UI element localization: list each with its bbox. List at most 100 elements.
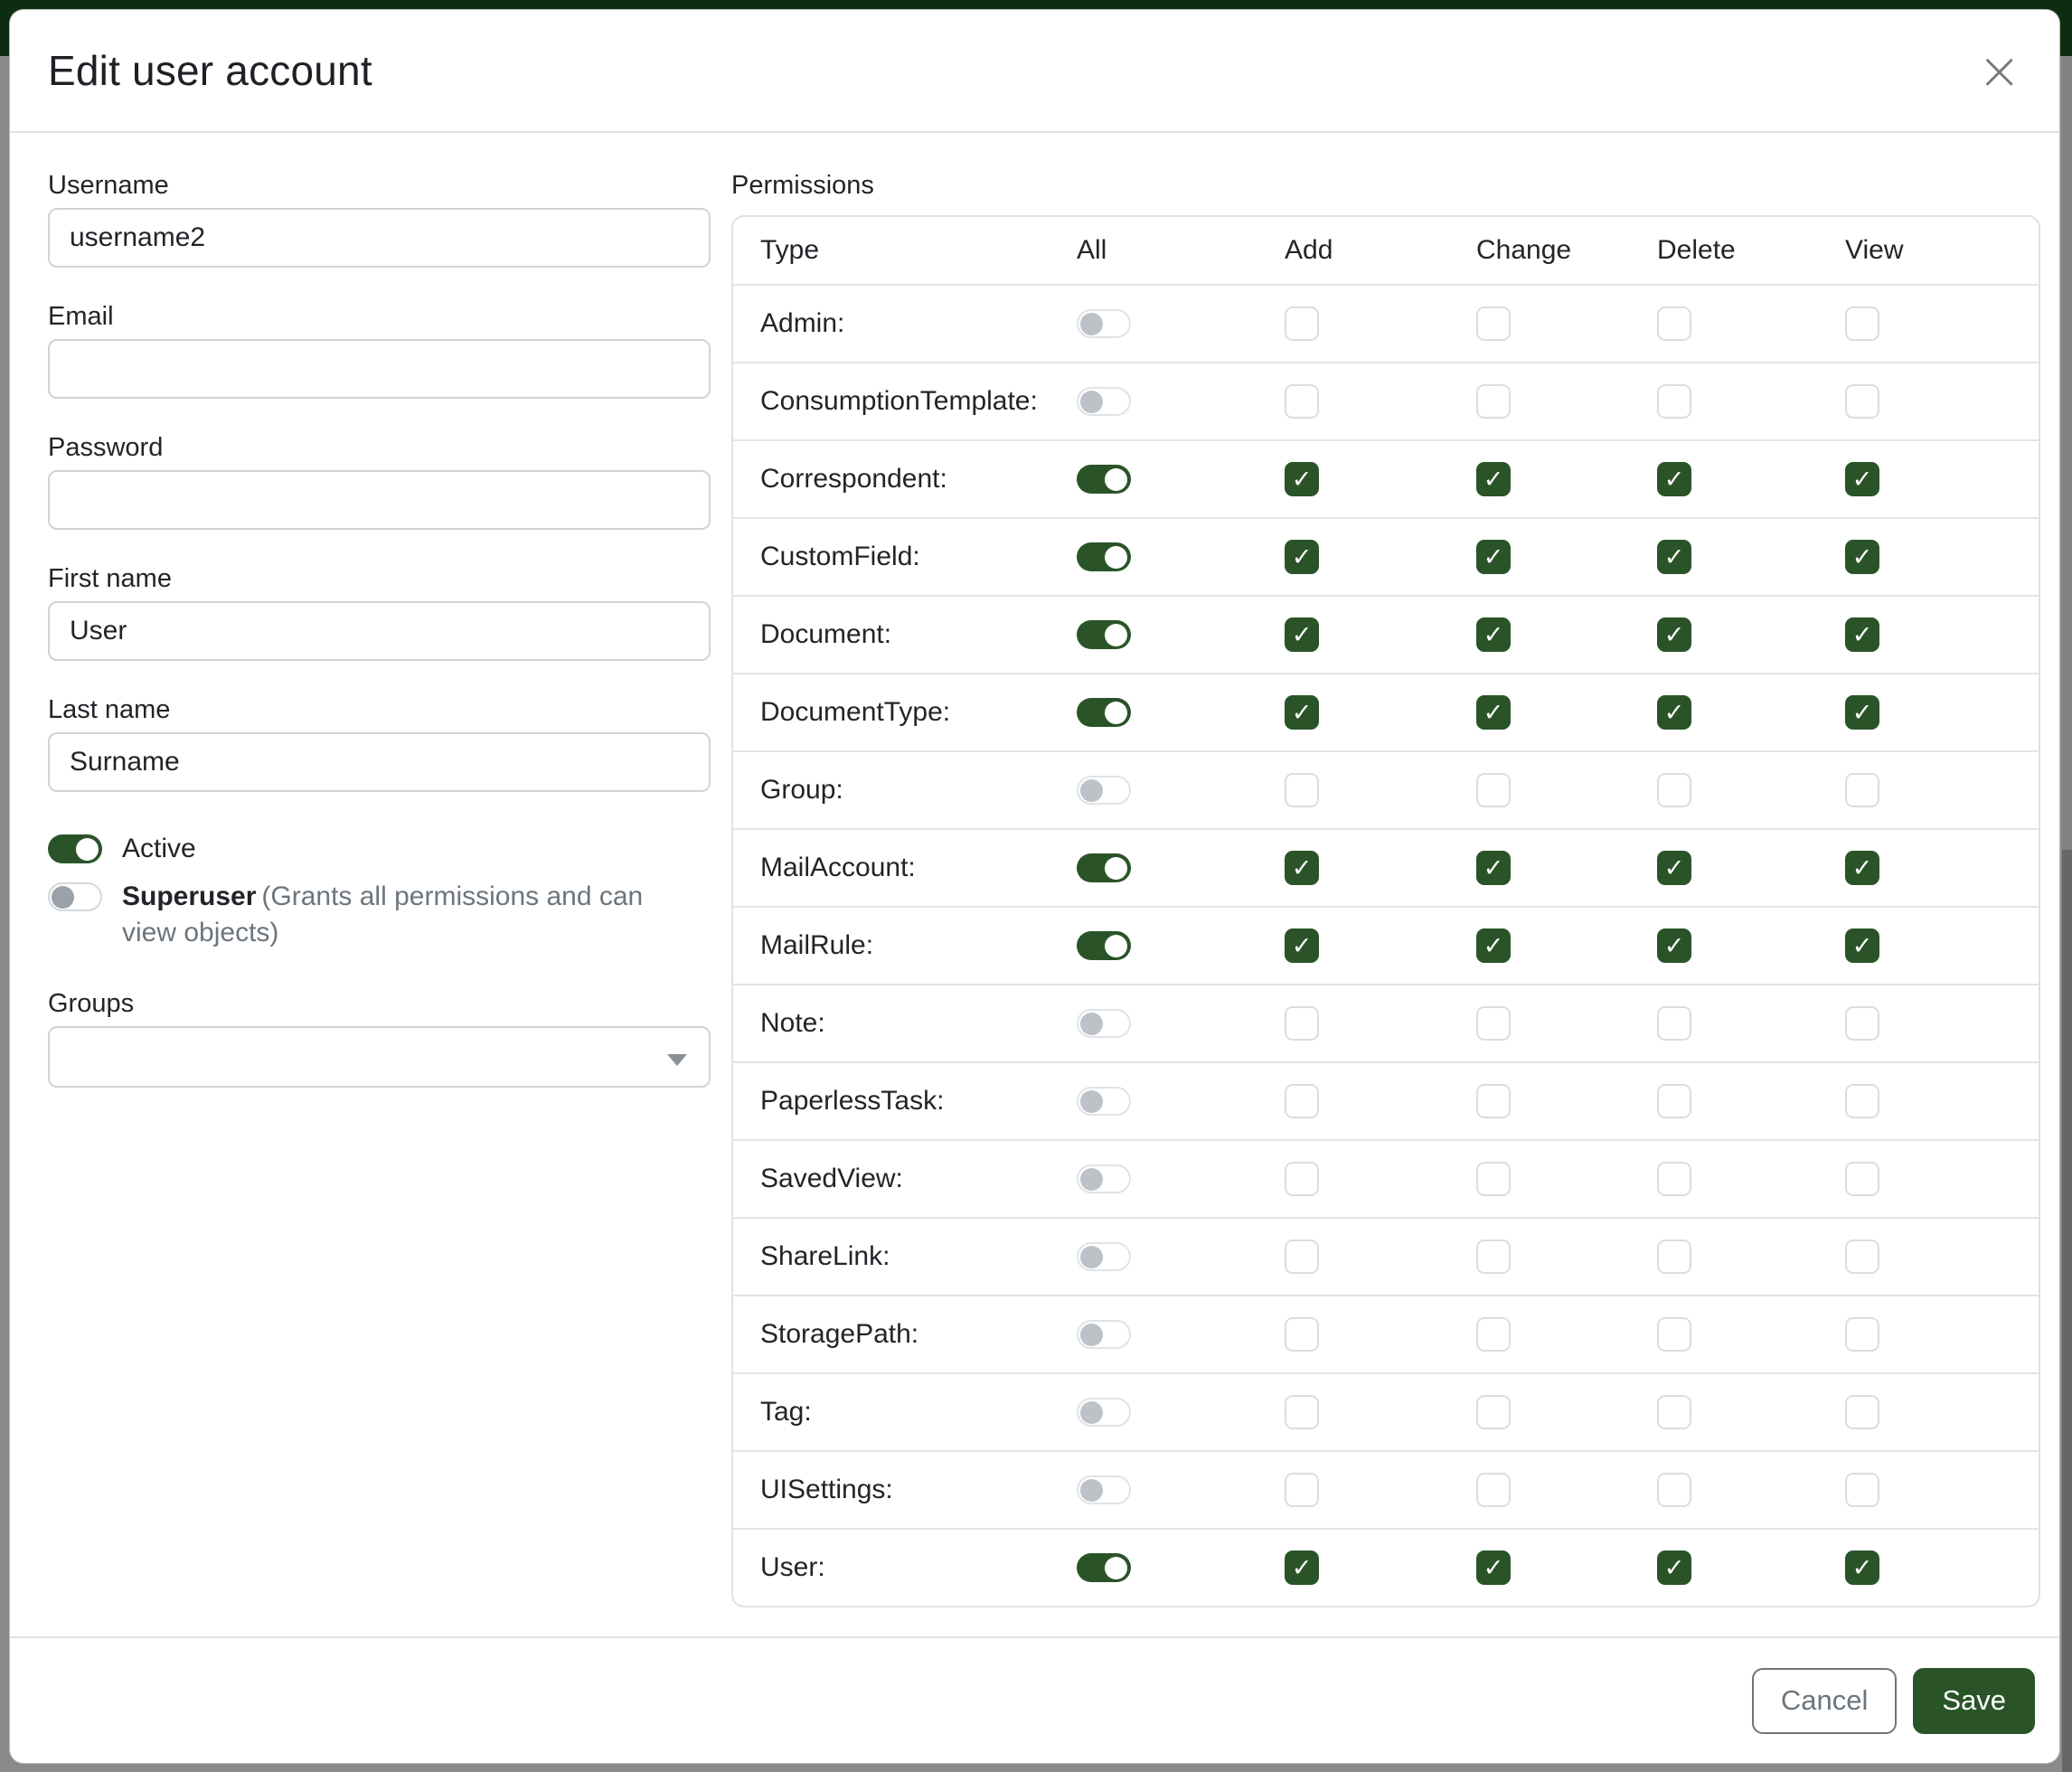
perm-change-checkbox[interactable]: [1476, 1395, 1511, 1429]
perm-delete-checkbox[interactable]: [1657, 306, 1691, 341]
perm-view-checkbox[interactable]: [1845, 695, 1879, 730]
perm-change-checkbox[interactable]: [1476, 1006, 1511, 1041]
perm-view-checkbox[interactable]: [1845, 851, 1879, 885]
cancel-button[interactable]: Cancel: [1752, 1668, 1898, 1734]
perm-delete-checkbox[interactable]: [1657, 1239, 1691, 1274]
perm-view-checkbox[interactable]: [1845, 1317, 1879, 1352]
perm-all-toggle[interactable]: [1077, 542, 1131, 571]
perm-all-toggle[interactable]: [1077, 309, 1131, 338]
perm-all-toggle[interactable]: [1077, 776, 1131, 805]
perm-delete-checkbox[interactable]: [1657, 1550, 1691, 1585]
perm-view-checkbox[interactable]: [1845, 617, 1879, 652]
groups-select[interactable]: [48, 1026, 711, 1088]
perm-delete-checkbox[interactable]: [1657, 540, 1691, 574]
superuser-toggle[interactable]: [48, 882, 102, 911]
perm-delete-checkbox[interactable]: [1657, 1473, 1691, 1507]
perm-change-checkbox[interactable]: [1476, 1317, 1511, 1352]
perm-view-checkbox[interactable]: [1845, 384, 1879, 419]
perm-change-checkbox[interactable]: [1476, 928, 1511, 963]
perm-view-checkbox[interactable]: [1845, 1473, 1879, 1507]
perm-add-checkbox[interactable]: [1285, 1550, 1319, 1585]
perm-change-checkbox[interactable]: [1476, 1550, 1511, 1585]
perm-view-checkbox[interactable]: [1845, 1395, 1879, 1429]
active-toggle[interactable]: [48, 834, 102, 863]
toggle-knob-icon: [1080, 779, 1103, 802]
perm-all-toggle[interactable]: [1077, 620, 1131, 649]
perm-delete-checkbox[interactable]: [1657, 1006, 1691, 1041]
save-button[interactable]: Save: [1913, 1668, 2035, 1734]
perm-all-toggle[interactable]: [1077, 1242, 1131, 1271]
perm-change-checkbox[interactable]: [1476, 617, 1511, 652]
perm-all-toggle[interactable]: [1077, 853, 1131, 882]
perm-view-checkbox[interactable]: [1845, 1006, 1879, 1041]
perm-all-toggle[interactable]: [1077, 1164, 1131, 1193]
password-field[interactable]: [48, 470, 711, 530]
perm-all-toggle[interactable]: [1077, 698, 1131, 727]
perm-view-checkbox[interactable]: [1845, 1239, 1879, 1274]
perm-view-checkbox[interactable]: [1845, 306, 1879, 341]
perm-add-checkbox[interactable]: [1285, 1084, 1319, 1118]
perm-add-checkbox[interactable]: [1285, 928, 1319, 963]
perm-all-toggle[interactable]: [1077, 1087, 1131, 1116]
perm-change-checkbox[interactable]: [1476, 1084, 1511, 1118]
perm-delete-checkbox[interactable]: [1657, 695, 1691, 730]
perm-all-toggle[interactable]: [1077, 931, 1131, 960]
perm-delete-checkbox[interactable]: [1657, 1317, 1691, 1352]
perm-add-checkbox[interactable]: [1285, 1239, 1319, 1274]
username-input[interactable]: [48, 208, 711, 268]
perm-view-checkbox[interactable]: [1845, 1162, 1879, 1196]
perm-add-checkbox[interactable]: [1285, 851, 1319, 885]
perm-all-toggle[interactable]: [1077, 1398, 1131, 1427]
perm-delete-checkbox[interactable]: [1657, 462, 1691, 496]
perm-view-checkbox[interactable]: [1845, 540, 1879, 574]
perm-change-checkbox[interactable]: [1476, 1162, 1511, 1196]
perm-delete-checkbox[interactable]: [1657, 384, 1691, 419]
perm-all-toggle[interactable]: [1077, 465, 1131, 494]
perm-delete-checkbox[interactable]: [1657, 1395, 1691, 1429]
perm-view-checkbox[interactable]: [1845, 462, 1879, 496]
perm-add-checkbox[interactable]: [1285, 1317, 1319, 1352]
perm-view-checkbox[interactable]: [1845, 1084, 1879, 1118]
perm-change-checkbox[interactable]: [1476, 695, 1511, 730]
perm-all-toggle[interactable]: [1077, 1475, 1131, 1504]
perm-delete-checkbox[interactable]: [1657, 928, 1691, 963]
perm-change-checkbox[interactable]: [1476, 540, 1511, 574]
permission-type-label: ShareLink:: [760, 1241, 1077, 1272]
perm-all-toggle[interactable]: [1077, 1553, 1131, 1582]
perm-add-checkbox[interactable]: [1285, 1162, 1319, 1196]
perm-change-checkbox[interactable]: [1476, 306, 1511, 341]
perm-view-checkbox[interactable]: [1845, 773, 1879, 807]
perm-view-checkbox[interactable]: [1845, 1550, 1879, 1585]
perm-add-checkbox[interactable]: [1285, 1006, 1319, 1041]
perm-all-toggle[interactable]: [1077, 1009, 1131, 1038]
perm-add-checkbox[interactable]: [1285, 384, 1319, 419]
perm-delete-checkbox[interactable]: [1657, 773, 1691, 807]
perm-change-checkbox[interactable]: [1476, 384, 1511, 419]
perm-add-checkbox[interactable]: [1285, 1473, 1319, 1507]
perm-delete-checkbox[interactable]: [1657, 617, 1691, 652]
perm-change-checkbox[interactable]: [1476, 773, 1511, 807]
toggle-knob-icon: [1080, 391, 1103, 413]
toggle-knob-icon: [1080, 1246, 1103, 1268]
perm-view-checkbox[interactable]: [1845, 928, 1879, 963]
email-field[interactable]: [48, 339, 711, 399]
perm-change-checkbox[interactable]: [1476, 851, 1511, 885]
perm-add-checkbox[interactable]: [1285, 540, 1319, 574]
perm-change-checkbox[interactable]: [1476, 1239, 1511, 1274]
last-name-field[interactable]: [48, 732, 711, 792]
perm-delete-checkbox[interactable]: [1657, 1084, 1691, 1118]
perm-change-checkbox[interactable]: [1476, 1473, 1511, 1507]
perm-add-checkbox[interactable]: [1285, 695, 1319, 730]
perm-all-toggle[interactable]: [1077, 1320, 1131, 1349]
perm-delete-checkbox[interactable]: [1657, 1162, 1691, 1196]
perm-all-toggle[interactable]: [1077, 387, 1131, 416]
perm-delete-checkbox[interactable]: [1657, 851, 1691, 885]
perm-add-checkbox[interactable]: [1285, 462, 1319, 496]
close-button[interactable]: ×: [1972, 44, 2027, 97]
perm-add-checkbox[interactable]: [1285, 773, 1319, 807]
perm-add-checkbox[interactable]: [1285, 1395, 1319, 1429]
perm-add-checkbox[interactable]: [1285, 617, 1319, 652]
first-name-field[interactable]: [48, 601, 711, 661]
perm-add-checkbox[interactable]: [1285, 306, 1319, 341]
perm-change-checkbox[interactable]: [1476, 462, 1511, 496]
